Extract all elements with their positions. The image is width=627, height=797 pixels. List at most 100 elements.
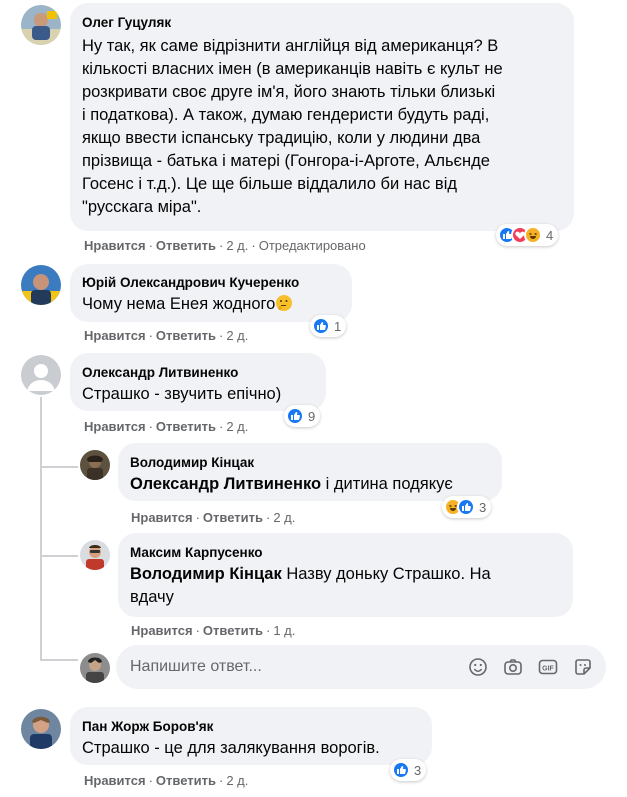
like-icon	[286, 407, 304, 425]
reply-box[interactable]: GIF	[116, 645, 606, 689]
comment-text: Чому нема Енея жодного	[82, 293, 340, 316]
reaction-count: 3	[414, 762, 422, 778]
comment-author[interactable]: Юрій Олександрович Кучеренко	[82, 274, 340, 291]
comment-line: вдачу	[130, 588, 174, 606]
svg-text:GIF: GIF	[542, 665, 554, 672]
comment-actions: Нравится · Ответить · 2 д. · Отредактировано	[84, 238, 366, 254]
gif-icon[interactable]: GIF	[538, 657, 558, 677]
comment-author[interactable]: Олег Гуцуляк	[82, 14, 562, 31]
like-button[interactable]: Нравится	[84, 328, 146, 343]
thread-branch	[40, 466, 78, 468]
separator: ·	[195, 510, 200, 525]
timestamp[interactable]: 1 д.	[273, 623, 295, 638]
comment-text: Страшко - це для залякування ворогів.	[82, 739, 380, 757]
timestamp[interactable]: 2 д.	[226, 773, 248, 788]
reply-button[interactable]: Ответить	[156, 773, 216, 788]
reaction-summary[interactable]: 1	[310, 315, 347, 337]
avatar[interactable]	[21, 355, 61, 395]
mention-link[interactable]: Олександр Литвиненко	[130, 475, 321, 493]
timestamp[interactable]: 2 д.	[226, 328, 248, 343]
comment-line: прізвища - батька і матері (Гонгора-і-Ар…	[82, 152, 490, 170]
like-icon	[457, 498, 475, 516]
separator: ·	[195, 623, 200, 638]
thread-line	[40, 397, 42, 659]
avatar[interactable]	[80, 540, 110, 570]
comment-text: Страшко - звучить епічно)	[82, 385, 282, 403]
reaction-summary[interactable]: 9	[284, 405, 321, 427]
separator: ·	[265, 510, 271, 525]
like-icon	[392, 761, 410, 779]
reply-button[interactable]: Ответить	[156, 328, 216, 343]
comment-line: Володимир Кінцак Назву доньку Страшко. Н…	[130, 563, 561, 586]
separator: ·	[148, 419, 153, 434]
mention-link[interactable]: Володимир Кінцак	[130, 565, 282, 583]
haha-icon	[524, 226, 542, 244]
reaction-count: 4	[546, 227, 554, 243]
comment-line: якщо ввести іспанську традицію, коли у л…	[82, 129, 481, 147]
emoji-icon[interactable]	[468, 657, 488, 677]
reaction-count: 1	[334, 318, 342, 334]
reply-button[interactable]: Ответить	[156, 238, 216, 253]
comment-text: Володимир Кінцак Назву доньку Страшко. Н…	[130, 563, 561, 609]
avatar[interactable]	[21, 709, 61, 749]
avatar[interactable]	[21, 5, 61, 45]
like-button[interactable]: Нравится	[131, 623, 193, 638]
reply-bubble: Володимир Кінцак Олександр Литвиненко і …	[118, 443, 502, 501]
like-button[interactable]: Нравится	[84, 419, 146, 434]
comment-author[interactable]: Пан Жорж Боров'як	[82, 718, 420, 735]
like-button[interactable]: Нравится	[84, 238, 146, 253]
camera-icon[interactable]	[503, 657, 523, 677]
thread-branch	[40, 555, 78, 557]
comment-line: Госенс і т.д.). Це ще більше віддалило б…	[82, 175, 457, 193]
comment-bubble: Олександр Литвиненко Страшко - звучить е…	[70, 353, 326, 411]
comment-bubble: Юрій Олександрович Кучеренко Чому нема Е…	[70, 264, 352, 322]
comment-bubble: Пан Жорж Боров'як Страшко - це для заляк…	[70, 707, 432, 765]
separator: ·	[218, 238, 224, 253]
comment-actions: Нравится · Ответить · 2 д.	[84, 328, 248, 344]
separator: ·	[148, 328, 153, 343]
like-button[interactable]: Нравится	[131, 510, 193, 525]
timestamp[interactable]: 2 д.	[226, 419, 248, 434]
timestamp[interactable]: 2 д.	[226, 238, 248, 253]
reply-bubble: Максим Карпусенко Володимир Кінцак Назву…	[118, 533, 573, 617]
comment-line: Ну так, як саме відрізнити англійця від …	[82, 37, 499, 55]
like-icon	[312, 317, 330, 335]
comment-text-content: і дитина подякує	[325, 475, 453, 493]
comment-author[interactable]: Володимир Кінцак	[130, 454, 490, 471]
comment-text-content: Назву доньку Страшко. На	[286, 565, 491, 583]
reply-button[interactable]: Ответить	[156, 419, 216, 434]
avatar[interactable]	[21, 265, 61, 305]
comment-bubble: Олег Гуцуляк Ну так, як саме відрізнити …	[70, 3, 574, 231]
timestamp[interactable]: 2 д.	[273, 510, 295, 525]
reaction-summary[interactable]: 3	[390, 759, 427, 781]
comment-line: кількості власних імен (в американців на…	[82, 60, 503, 78]
avatar[interactable]	[80, 450, 110, 480]
like-button[interactable]: Нравится	[84, 773, 146, 788]
separator: ·	[218, 773, 224, 788]
sticker-icon[interactable]	[573, 657, 593, 677]
comment-text: Ну так, як саме відрізнити англійця від …	[82, 35, 562, 219]
reaction-summary[interactable]: 3	[442, 496, 492, 518]
separator: ·	[251, 238, 256, 253]
comment-line: розкривати своє друге ім'я, його знають …	[82, 83, 496, 101]
reply-button[interactable]: Ответить	[203, 510, 263, 525]
reply-input[interactable]	[130, 645, 450, 689]
edited-label: Отредактировано	[258, 238, 366, 253]
reaction-summary[interactable]: 4	[496, 224, 559, 246]
comment-author[interactable]: Максим Карпусенко	[130, 544, 561, 561]
comment-text-content: Чому нема Енея жодного	[82, 295, 276, 313]
comment-actions: Нравится · Ответить · 2 д.	[84, 773, 248, 789]
comment-author[interactable]: Олександр Литвиненко	[82, 364, 314, 381]
reaction-count: 9	[308, 408, 316, 424]
comment-actions: Нравится · Ответить · 2 д.	[131, 510, 295, 526]
separator: ·	[148, 773, 153, 788]
thread-branch	[40, 659, 78, 661]
thinking-face-icon	[276, 295, 293, 311]
separator: ·	[265, 623, 271, 638]
separator: ·	[218, 419, 224, 434]
reply-button[interactable]: Ответить	[203, 623, 263, 638]
reaction-count: 3	[479, 499, 487, 515]
current-user-avatar	[80, 653, 110, 683]
separator: ·	[218, 328, 224, 343]
comment-line: і податкова). А також, думаю гендеристи …	[82, 106, 490, 124]
